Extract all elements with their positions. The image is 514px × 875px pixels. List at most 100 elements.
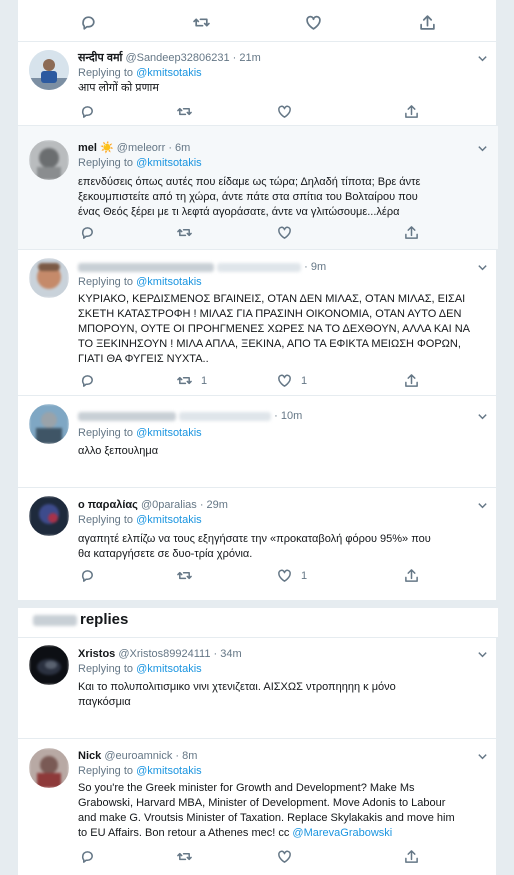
reply-tweet[interactable]: सन्दीप वर्मा @Sandeep32806231 · 21m Repl… [18, 42, 498, 125]
tweet-text-line: ΤΟ ΞΕΚΙΝΗΣΟΥΝ ! ΜΙΛΑ ΑΠΛΑ, ΞΕΚΙΝΑ, ΑΠΟ Τ… [78, 338, 461, 350]
tweet-time[interactable]: · 34m [214, 648, 242, 660]
reply-tweet[interactable]: ο παραλίας @0paralias · 29m Replying to … [18, 488, 498, 591]
more-options-button[interactable] [477, 53, 488, 64]
share-button[interactable] [419, 14, 436, 31]
avatar[interactable] [29, 404, 69, 444]
reply-button[interactable] [80, 14, 97, 31]
avatar[interactable] [29, 645, 69, 685]
chevron-down-icon [478, 56, 487, 62]
tweet-time[interactable]: · 21m [233, 52, 261, 64]
display-name[interactable]: ο παραλίας [78, 499, 138, 511]
mention-link[interactable]: @kmitsotakis [136, 276, 202, 288]
like-button[interactable] [277, 104, 301, 119]
like-icon [306, 15, 321, 30]
share-icon [405, 569, 418, 582]
chevron-down-icon [478, 146, 487, 152]
avatar[interactable] [29, 748, 69, 788]
user-handle[interactable]: @euroamnick [104, 750, 172, 762]
user-handle[interactable]: @meleorr [117, 142, 165, 154]
mention-link[interactable]: @kmitsotakis [136, 765, 202, 777]
avatar[interactable] [29, 140, 69, 180]
retweet-button[interactable] [177, 849, 201, 864]
share-button[interactable] [404, 568, 419, 583]
avatar-image [29, 496, 69, 536]
more-options-button[interactable] [477, 262, 488, 273]
like-icon [278, 850, 291, 863]
retweet-button[interactable] [177, 225, 201, 240]
reply-tweet[interactable]: · 9m Replying to @kmitsotakis ΚΥΡΙΑΚΟ, Κ… [18, 250, 498, 395]
like-button[interactable] [305, 14, 322, 31]
mention-link[interactable]: @kmitsotakis [136, 67, 202, 79]
share-button[interactable] [404, 373, 419, 388]
tweet-text-line: επενδύσεις όπως αυτές που είδαμε ως τώρα… [78, 176, 421, 188]
mention-link[interactable]: @kmitsotakis [136, 157, 202, 169]
tweet-time[interactable]: · 6m [168, 142, 190, 154]
tweet-actions: 1 1 [78, 369, 488, 395]
more-options-button[interactable] [477, 411, 488, 422]
display-name[interactable]: Nick [78, 750, 101, 762]
more-options-button[interactable] [477, 143, 488, 154]
reply-button[interactable] [80, 104, 104, 119]
share-icon [405, 850, 418, 863]
retweet-button[interactable] [177, 104, 201, 119]
tweet-time[interactable]: · 9m [304, 261, 326, 273]
replying-to-label: Replying to [78, 276, 134, 288]
share-button[interactable] [404, 849, 419, 864]
more-options-button[interactable] [477, 649, 488, 660]
display-name[interactable]: सन्दीप वर्मा [78, 52, 122, 64]
retweet-icon [177, 107, 192, 116]
avatar[interactable] [29, 496, 69, 536]
retweet-button[interactable] [177, 568, 201, 583]
avatar-image [29, 748, 69, 788]
more-options-button[interactable] [477, 500, 488, 511]
tweet-time[interactable]: · 29m [200, 499, 228, 511]
reply-tweet[interactable]: Nick @euroamnick · 8m Replying to @kmits… [18, 739, 498, 875]
tweet-time[interactable]: · 10m [274, 410, 302, 422]
tweet-text: επενδύσεις όπως αυτές που είδαμε ως τώρα… [78, 175, 488, 220]
like-button[interactable]: 1 [277, 373, 307, 388]
mention-link[interactable]: @kmitsotakis [136, 514, 202, 526]
blurred-user-handle[interactable] [179, 411, 272, 421]
reply-button[interactable] [80, 373, 104, 388]
tweet-time[interactable]: · 8m [175, 750, 197, 762]
like-button[interactable] [277, 849, 301, 864]
retweet-button[interactable]: 1 [177, 373, 207, 388]
more-options-button[interactable] [477, 751, 488, 762]
reply-tweet[interactable]: Xristos @Xristos89924111 · 34m Replying … [18, 638, 498, 738]
tweet-text-line: Grabowski, Harvard MBA, Minister of Deve… [78, 797, 446, 809]
like-button[interactable] [277, 225, 301, 240]
reply-button[interactable] [80, 568, 104, 583]
like-icon [278, 569, 291, 582]
replying-to-label: Replying to [78, 765, 134, 777]
chevron-down-icon [478, 265, 487, 271]
user-handle[interactable]: @Sandeep32806231 [125, 52, 229, 64]
like-icon [278, 105, 291, 118]
like-count: 1 [301, 569, 308, 582]
replying-to: Replying to @kmitsotakis [78, 275, 488, 290]
share-button[interactable] [404, 104, 419, 119]
user-handle[interactable]: @0paralias [141, 499, 197, 511]
tweet-text-line: αλλο ξεπουλημα [78, 445, 159, 457]
share-button[interactable] [404, 225, 419, 240]
mention-link[interactable]: @kmitsotakis [136, 663, 202, 675]
like-button[interactable]: 1 [277, 568, 307, 583]
reply-button[interactable] [80, 849, 104, 864]
display-name[interactable]: Xristos [78, 648, 115, 660]
reply-tweet[interactable]: · 10m Replying to @kmitsotakis αλλο ξεπο… [18, 396, 498, 487]
tweet-text-line: ξεκουμπιστείτε από τη χώρα, άντε πάτε στ… [78, 191, 418, 203]
tweet-text: αλλο ξεπουλημα [78, 444, 488, 459]
retweet-button[interactable] [193, 14, 210, 31]
mention-link[interactable]: @MarevaGrabowski [292, 827, 392, 839]
tweet-text-line: ΜΠΟΡΟΥΝ, ΟΥΤΕ ΟΙ ΠΡΟΗΓΜΕΝΕΣ ΧΩΡΕΣ ΝΑ ΤΟ … [78, 323, 470, 335]
reply-button[interactable] [80, 225, 104, 240]
mention-link[interactable]: @kmitsotakis [136, 427, 202, 439]
tweet-text: So you're the Greek minister for Growth … [78, 781, 488, 841]
blurred-display-name[interactable] [78, 262, 214, 272]
display-name[interactable]: mel [78, 142, 97, 154]
reply-tweet[interactable]: mel ☀️ @meleorr · 6m Replying to @kmitso… [18, 126, 498, 249]
avatar[interactable] [29, 50, 69, 90]
user-handle[interactable]: @Xristos89924111 [118, 648, 210, 660]
avatar[interactable] [29, 258, 69, 298]
blurred-user-handle[interactable] [217, 262, 302, 272]
blurred-display-name[interactable] [78, 411, 176, 421]
